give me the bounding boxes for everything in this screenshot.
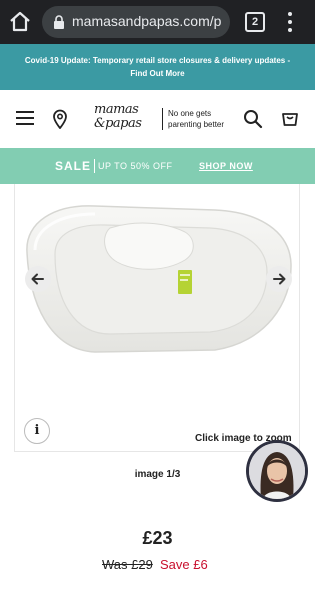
shop-now-link[interactable]: SHOP NOW xyxy=(199,161,253,171)
product-gallery: i Click image to zoom xyxy=(14,184,300,452)
tagline-line-2: parenting better xyxy=(168,120,225,129)
sale-promo-bar[interactable]: SALE UP TO 50% OFF SHOP NOW xyxy=(0,148,315,184)
brand-tagline: No one gets parenting better xyxy=(168,108,224,130)
info-icon[interactable]: i xyxy=(24,418,50,444)
sale-divider xyxy=(94,159,95,173)
sale-subtext: UP TO 50% OFF xyxy=(98,161,173,171)
covid-update-banner[interactable]: Covid-19 Update: Temporary retail store … xyxy=(0,44,315,90)
brand-logo[interactable]: mamas &papas xyxy=(94,103,158,135)
was-price: Was £29 xyxy=(102,557,153,572)
tagline-line-1: No one gets xyxy=(168,109,212,118)
chat-agent-avatar[interactable] xyxy=(246,440,308,502)
arrow-left-icon xyxy=(31,273,44,285)
basket-icon[interactable] xyxy=(280,108,300,128)
savings-amount: Save £6 xyxy=(160,557,208,572)
logo-line-1: mamas xyxy=(94,102,139,117)
tab-switcher-button[interactable]: 2 xyxy=(245,12,265,32)
lock-icon xyxy=(54,15,64,29)
logo-divider xyxy=(162,108,163,130)
url-text: mamasandpapas.com/p xyxy=(72,13,222,29)
search-icon[interactable] xyxy=(243,109,263,129)
home-icon[interactable] xyxy=(8,10,32,34)
more-menu-icon[interactable] xyxy=(282,10,298,34)
agent-photo xyxy=(249,443,305,499)
logo-line-2: &papas xyxy=(94,116,142,131)
browser-toolbar: mamasandpapas.com/p 2 xyxy=(0,0,315,44)
next-image-button[interactable] xyxy=(266,266,292,292)
current-price: £23 xyxy=(142,528,173,548)
address-bar[interactable]: mamasandpapas.com/p xyxy=(42,6,230,38)
site-header: mamas &papas No one gets parenting bette… xyxy=(0,90,315,148)
product-image-baby-bath[interactable] xyxy=(15,192,300,362)
arrow-right-icon xyxy=(273,273,286,285)
store-locator-icon[interactable] xyxy=(52,109,68,129)
hamburger-menu-icon[interactable] xyxy=(16,111,34,127)
previous-image-button[interactable] xyxy=(25,266,51,292)
sale-label: SALE xyxy=(55,159,92,173)
page: mamasandpapas.com/p 2 Covid-19 Update: T… xyxy=(0,0,315,600)
